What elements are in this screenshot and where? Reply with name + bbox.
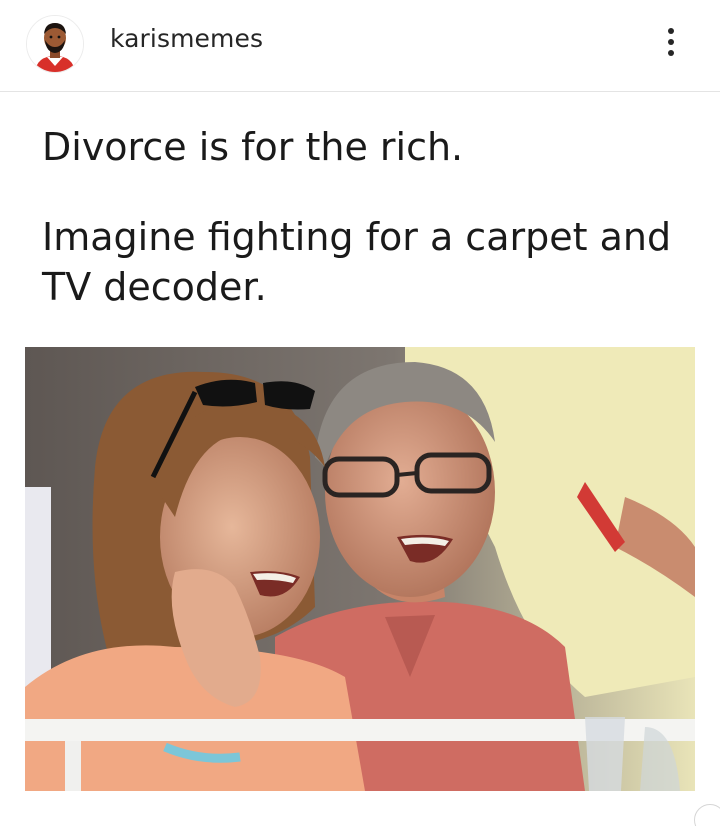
cartoon-man-avatar-icon[interactable] (26, 15, 84, 73)
caption-line-2: Imagine fighting for a carpet and (42, 215, 672, 259)
post-username[interactable]: karismemes (110, 24, 263, 53)
corner-fold-icon (694, 804, 720, 826)
ellipsis-dot (668, 28, 674, 34)
instagram-post: karismemes Divorce is for the rich. Imag… (0, 0, 720, 826)
ellipsis-dot (668, 50, 674, 56)
vertical-ellipsis-icon[interactable] (656, 20, 686, 64)
laughing-couple-photo[interactable] (25, 347, 695, 791)
caption-line-1: Divorce is for the rich. (42, 125, 464, 169)
post-header: karismemes (0, 0, 720, 92)
post-caption: Divorce is for the rich. Imagine fightin… (42, 122, 702, 312)
caption-line-3: TV decoder. (42, 265, 267, 309)
ellipsis-dot (668, 39, 674, 45)
